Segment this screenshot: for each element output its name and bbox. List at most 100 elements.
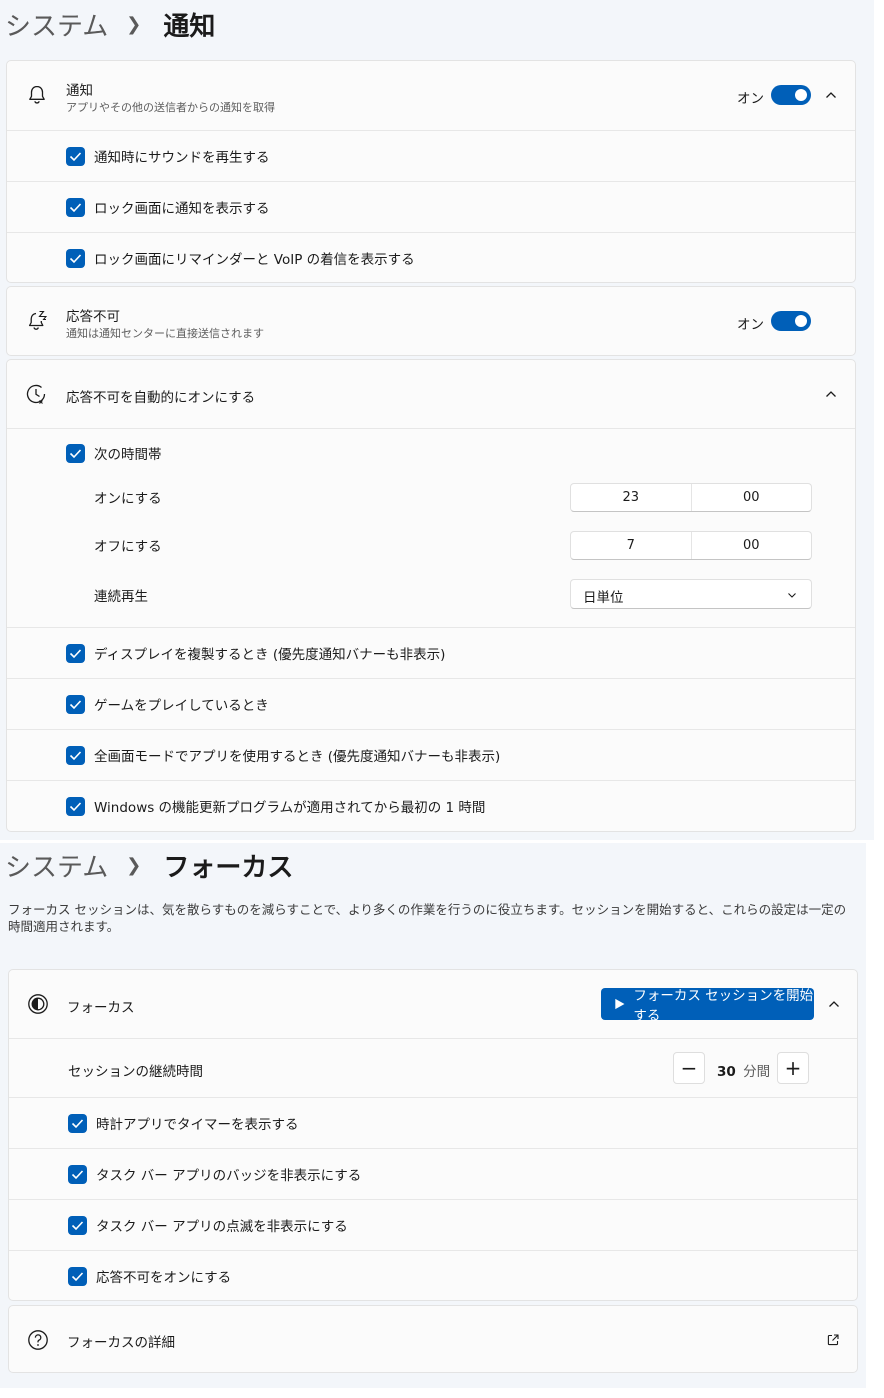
checkbox-checked[interactable]: [68, 1267, 87, 1286]
notifications-title: 通知: [66, 83, 93, 99]
checkbox-checked[interactable]: [66, 147, 85, 166]
checkbox-checked[interactable]: [68, 1114, 87, 1133]
breadcrumb: システム ❯ 通知: [5, 6, 215, 43]
focus-details-label: フォーカスの詳細: [67, 1335, 175, 1351]
option-row[interactable]: 全画面モードでアプリを使用するとき (優先度通知バナーも非表示): [7, 730, 855, 780]
option-label: 時計アプリでタイマーを表示する: [96, 1117, 299, 1133]
off-time-label: オフにする: [94, 539, 162, 555]
option-row[interactable]: タスク バー アプリのバッジを非表示にする: [9, 1149, 857, 1199]
off-hour[interactable]: 7: [571, 532, 691, 559]
on-time-label: オンにする: [94, 491, 162, 507]
option-label: ロック画面に通知を表示する: [94, 201, 270, 217]
notifications-toggle[interactable]: [771, 85, 811, 105]
on-hour[interactable]: 23: [571, 484, 691, 511]
checkbox-checked[interactable]: [66, 198, 85, 217]
schedule-label: 次の時間帯: [94, 447, 162, 463]
external-link-icon: [827, 1334, 839, 1346]
toggle-knob: [795, 89, 807, 101]
duration-row: セッションの継続時間 − 30 分間 +: [9, 1039, 857, 1097]
focus-details-link[interactable]: フォーカスの詳細: [8, 1305, 858, 1373]
checkbox-checked[interactable]: [66, 797, 85, 816]
focus-card: フォーカス フォーカス セッションを開始する セッションの継続時間 − 30 分…: [8, 969, 858, 1301]
checkbox-checked[interactable]: [68, 1216, 87, 1235]
repeat-label: 連続再生: [94, 589, 148, 605]
checkmark-icon: [69, 449, 82, 459]
schedule-checkbox[interactable]: [66, 444, 85, 463]
duration-label: セッションの継続時間: [68, 1064, 203, 1080]
option-label: 通知時にサウンドを再生する: [94, 150, 270, 166]
option-row[interactable]: Windows の機能更新プログラムが適用されてから最初の 1 時間: [7, 781, 855, 831]
start-focus-session-label: フォーカス セッションを開始する: [633, 988, 814, 1024]
plus-icon: +: [784, 1056, 802, 1080]
on-time-picker[interactable]: 23 00: [570, 483, 812, 512]
dnd-subtitle: 通知は通知センターに直接送信されます: [66, 327, 264, 340]
breadcrumb-parent[interactable]: システム: [5, 847, 108, 884]
chevron-up-icon[interactable]: [827, 997, 841, 1011]
minus-icon: −: [680, 1056, 698, 1080]
increase-duration-button[interactable]: +: [777, 1052, 809, 1084]
repeat-select[interactable]: 日単位: [570, 579, 812, 609]
notifications-subtitle: アプリやその他の送信者からの通知を取得: [66, 101, 275, 114]
checkbox-checked[interactable]: [68, 1165, 87, 1184]
checkmark-icon: [71, 1119, 84, 1129]
option-label: 応答不可をオンにする: [96, 1270, 232, 1286]
bell-snooze-icon: [28, 310, 48, 330]
repeat-value: 日単位: [583, 590, 624, 606]
play-icon: [615, 998, 625, 1010]
checkmark-icon: [69, 254, 82, 264]
checkmark-icon: [69, 649, 82, 659]
start-focus-session-button[interactable]: フォーカス セッションを開始する: [601, 988, 814, 1024]
option-row[interactable]: ロック画面に通知を表示する: [7, 182, 855, 232]
checkbox-checked[interactable]: [66, 249, 85, 268]
toggle-knob: [795, 315, 807, 327]
chevron-up-icon[interactable]: [824, 387, 838, 401]
focus-title: フォーカス: [67, 1000, 135, 1016]
breadcrumb-chevron-icon: ❯: [126, 14, 142, 35]
decrease-duration-button[interactable]: −: [673, 1052, 705, 1084]
notifications-card: 通知 アプリやその他の送信者からの通知を取得 オン 通知時にサウンドを再生する …: [6, 60, 856, 283]
auto-dnd-header-row[interactable]: 応答不可を自動的にオンにする: [7, 360, 855, 428]
off-minute[interactable]: 00: [690, 532, 812, 559]
option-row[interactable]: 応答不可をオンにする: [9, 1251, 857, 1301]
chevron-down-icon: [788, 593, 796, 598]
auto-dnd-title: 応答不可を自動的にオンにする: [66, 390, 256, 406]
checkmark-icon: [69, 802, 82, 812]
option-row[interactable]: ゲームをプレイしているとき: [7, 679, 855, 729]
notifications-toggle-state: オン: [737, 91, 764, 107]
dnd-title: 応答不可: [66, 309, 120, 325]
clock-icon: [26, 384, 46, 404]
option-row[interactable]: ディスプレイを複製するとき (優先度通知バナーも非表示): [7, 628, 855, 678]
duration-value: 30: [717, 1064, 736, 1080]
option-row[interactable]: 通知時にサウンドを再生する: [7, 131, 855, 181]
chevron-up-icon[interactable]: [824, 88, 838, 102]
option-label: ディスプレイを複製するとき (優先度通知バナーも非表示): [94, 647, 446, 663]
checkbox-checked[interactable]: [66, 644, 85, 663]
checkmark-icon: [71, 1170, 84, 1180]
dnd-toggle[interactable]: [771, 311, 811, 331]
focus-header-row[interactable]: フォーカス フォーカス セッションを開始する: [9, 970, 857, 1038]
checkmark-icon: [71, 1272, 84, 1282]
dnd-toggle-state: オン: [737, 317, 764, 333]
on-minute[interactable]: 00: [690, 484, 812, 511]
option-label: ロック画面にリマインダーと VoIP の着信を表示する: [94, 252, 415, 268]
schedule-block: 次の時間帯 オンにする 23 00 オフにする 7 00 連続再生 日単位: [7, 429, 855, 627]
checkbox-checked[interactable]: [66, 746, 85, 765]
breadcrumb-chevron-icon: ❯: [126, 855, 142, 876]
bell-icon: [29, 85, 45, 104]
option-label: タスク バー アプリの点滅を非表示にする: [96, 1219, 348, 1235]
dnd-card: 応答不可 通知は通知センターに直接送信されます オン: [6, 286, 856, 356]
option-label: 全画面モードでアプリを使用するとき (優先度通知バナーも非表示): [94, 749, 501, 765]
notifications-header-row[interactable]: 通知 アプリやその他の送信者からの通知を取得 オン: [7, 61, 855, 131]
focus-description: フォーカス セッションは、気を散らすものを減らすことで、より多くの作業を行うのに…: [8, 902, 847, 934]
checkbox-checked[interactable]: [66, 695, 85, 714]
help-icon: [28, 1330, 48, 1350]
checkmark-icon: [69, 152, 82, 162]
checkmark-icon: [71, 1221, 84, 1231]
option-row[interactable]: 時計アプリでタイマーを表示する: [9, 1098, 857, 1148]
option-row[interactable]: ロック画面にリマインダーと VoIP の着信を表示する: [7, 233, 855, 283]
auto-dnd-card: 応答不可を自動的にオンにする 次の時間帯 オンにする 23 00 オフにする 7…: [6, 359, 856, 832]
breadcrumb-parent[interactable]: システム: [5, 6, 108, 43]
duration-display: 30 分間: [717, 1060, 770, 1080]
option-row[interactable]: タスク バー アプリの点滅を非表示にする: [9, 1200, 857, 1250]
off-time-picker[interactable]: 7 00: [570, 531, 812, 560]
